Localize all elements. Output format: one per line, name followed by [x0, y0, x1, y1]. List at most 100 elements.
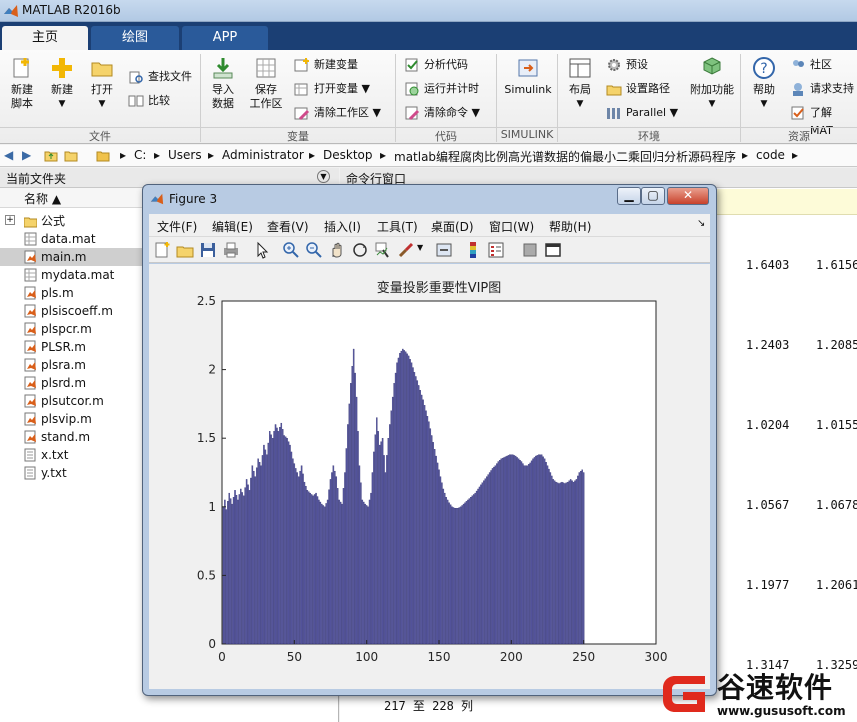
- vip-bar: [315, 492, 317, 645]
- vip-bar: [571, 480, 573, 645]
- vip-bar: [280, 422, 283, 645]
- colorbar-icon[interactable]: [464, 241, 482, 259]
- menu-edit[interactable]: 编辑(E): [212, 218, 253, 235]
- vip-bar: [484, 478, 487, 645]
- clear-commands-button[interactable]: 清除命令 ▼: [404, 104, 480, 122]
- maximize-button[interactable]: ▢: [641, 187, 665, 205]
- up-folder-icon[interactable]: [44, 148, 58, 162]
- parallel-button[interactable]: Parallel ▼: [606, 104, 678, 122]
- figure-window[interactable]: Figure 3 ▁ ▢ ✕ 文件(F) 编辑(E) 查看(V) 插入(I) 工…: [142, 184, 717, 696]
- compare-button[interactable]: 比较: [128, 92, 170, 110]
- open-icon[interactable]: [176, 241, 194, 259]
- tab-plots[interactable]: 绘图: [91, 26, 179, 50]
- vip-bar: [302, 473, 304, 645]
- preferences-button[interactable]: 预设: [606, 56, 648, 74]
- menu-help[interactable]: 帮助(H): [549, 218, 591, 235]
- import-data-button[interactable]: 导入 数据: [204, 56, 242, 111]
- new-button[interactable]: 新建 ▼: [44, 56, 80, 111]
- zoom-out-icon[interactable]: [305, 241, 323, 259]
- print-icon[interactable]: [222, 241, 240, 259]
- close-button[interactable]: ✕: [667, 187, 709, 205]
- brush-dropdown-icon[interactable]: ▼: [417, 243, 423, 252]
- breadcrumb-desktop[interactable]: Desktop: [323, 148, 373, 162]
- vip-bar: [225, 509, 228, 645]
- menu-window[interactable]: 窗口(W): [489, 218, 534, 235]
- add-ons-button[interactable]: 附加功能 ▼: [688, 56, 736, 111]
- new-variable-button[interactable]: 新建变量: [294, 56, 358, 74]
- menu-overflow-icon[interactable]: ↘: [697, 218, 705, 229]
- learn-matlab-button[interactable]: 了解 MAT: [790, 104, 857, 137]
- save-workspace-button[interactable]: 保存 工作区: [246, 56, 286, 111]
- vip-bar: [406, 353, 408, 645]
- output-value: 1.6403: [746, 258, 790, 272]
- menu-view[interactable]: 查看(V): [267, 218, 309, 235]
- vip-bar: [519, 460, 521, 645]
- breadcrumb-code[interactable]: code: [756, 148, 785, 162]
- breadcrumb-project-folder[interactable]: matlab编程腐肉比例高光谱数据的偏最小二乘回归分析源码程序: [394, 148, 736, 165]
- help-button[interactable]: ? 帮助 ▼: [746, 56, 782, 111]
- set-path-button[interactable]: 设置路径: [606, 80, 670, 98]
- vip-bar: [364, 503, 366, 645]
- back-arrow-icon[interactable]: ◀: [4, 148, 13, 162]
- pane-menu-icon[interactable]: ▼: [317, 170, 330, 183]
- vip-bar: [552, 479, 555, 645]
- open-variable-button[interactable]: 打开变量 ▼: [294, 80, 370, 98]
- community-button[interactable]: 社区: [790, 56, 832, 74]
- find-files-button[interactable]: 查找文件: [128, 68, 192, 86]
- vip-bar: [381, 438, 384, 645]
- community-icon: [793, 60, 804, 67]
- figure-title-bar[interactable]: Figure 3 ▁ ▢ ✕: [143, 185, 716, 213]
- layout-button[interactable]: 布局 ▼: [562, 56, 598, 111]
- pointer-icon[interactable]: [253, 241, 271, 259]
- tab-apps[interactable]: APP: [182, 26, 268, 50]
- minimize-button[interactable]: ▁: [617, 187, 641, 205]
- vip-bar: [326, 499, 329, 645]
- matlab-logo-icon: [150, 193, 164, 205]
- link-icon[interactable]: [435, 241, 453, 259]
- menu-tools[interactable]: 工具(T): [377, 218, 418, 235]
- brush-icon[interactable]: [397, 241, 415, 259]
- rotate-icon[interactable]: [351, 241, 369, 259]
- browse-folder-icon[interactable]: [64, 148, 78, 162]
- hide-tools-icon[interactable]: [521, 241, 539, 259]
- tab-home[interactable]: 主页: [2, 26, 88, 50]
- vip-bar: [449, 504, 452, 645]
- breadcrumb-users[interactable]: Users: [168, 148, 202, 162]
- y-tick-label: 1: [208, 500, 216, 514]
- vip-bar: [363, 501, 365, 645]
- breadcrumb-drive[interactable]: C:: [134, 148, 146, 162]
- expand-icon[interactable]: +: [5, 215, 15, 225]
- zoom-in-icon[interactable]: [282, 241, 300, 259]
- save-workspace-label: 保存 工作区: [249, 83, 283, 110]
- vip-bar: [418, 385, 420, 645]
- vip-bar: [323, 506, 326, 645]
- request-support-button[interactable]: 请求支持: [790, 80, 854, 98]
- figure-title: Figure 3: [169, 192, 218, 206]
- vip-bar: [347, 424, 349, 645]
- pan-icon[interactable]: [328, 241, 346, 259]
- analyze-code-button[interactable]: 分析代码: [404, 56, 468, 74]
- save-icon[interactable]: [199, 241, 217, 259]
- menu-insert[interactable]: 插入(I): [324, 218, 361, 235]
- open-button[interactable]: 打开 ▼: [84, 56, 120, 111]
- output-value: 1.0155: [816, 418, 857, 432]
- vip-bar: [267, 442, 270, 645]
- vip-bar: [478, 486, 481, 645]
- simulink-button[interactable]: Simulink: [500, 56, 556, 97]
- new-figure-icon[interactable]: [153, 241, 171, 259]
- breadcrumb-administrator[interactable]: Administrator: [222, 148, 304, 162]
- vip-bar: [458, 507, 460, 645]
- new-script-button[interactable]: 新建 脚本: [4, 56, 40, 111]
- column-name-header[interactable]: 名称 ▲: [24, 190, 61, 207]
- run-and-time-button[interactable]: 运行并计时: [404, 80, 479, 98]
- clear-workspace-button[interactable]: 清除工作区 ▼: [294, 104, 381, 122]
- vip-bar: [464, 502, 466, 645]
- data-cursor-icon[interactable]: [374, 241, 392, 259]
- vip-bar-chart[interactable]: 变量投影重要性VIP图 0 50 100 150 200 250 300 0 0.5 1 1.5 2…: [149, 264, 710, 689]
- menu-desktop[interactable]: 桌面(D): [431, 218, 474, 235]
- forward-arrow-icon[interactable]: ▶: [22, 148, 31, 162]
- dock-icon[interactable]: [544, 241, 562, 259]
- legend-icon[interactable]: [487, 241, 505, 259]
- menu-file[interactable]: 文件(F): [157, 218, 197, 235]
- vip-bar: [308, 491, 310, 645]
